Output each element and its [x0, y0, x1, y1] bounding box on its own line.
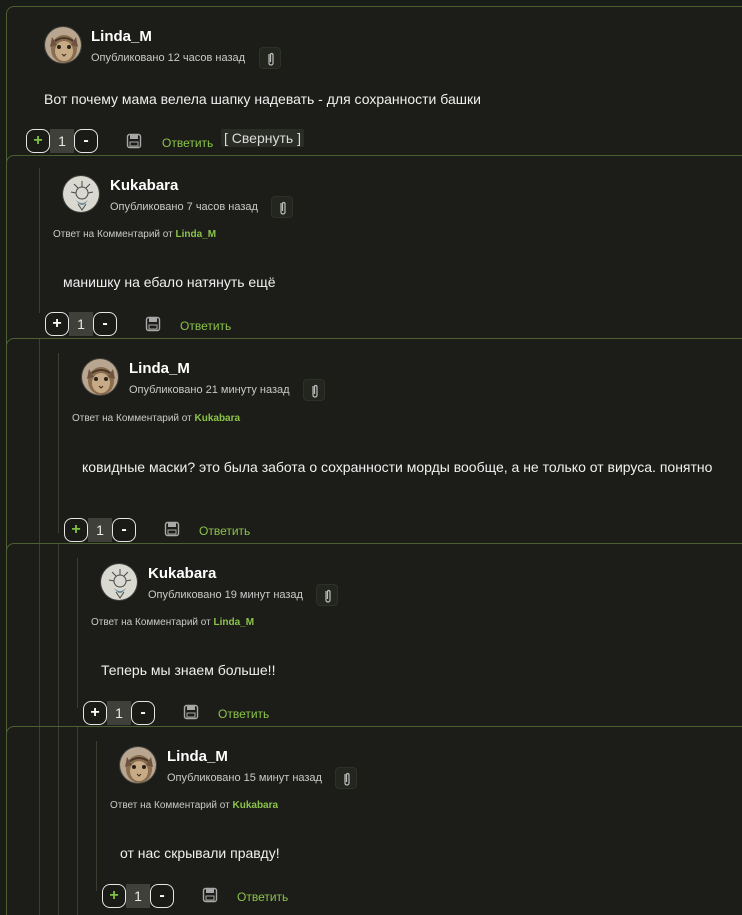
avatar[interactable] — [100, 563, 138, 601]
vote-bar: + 1 - — [26, 129, 98, 153]
paperclip-icon — [312, 384, 318, 398]
collapse-button[interactable]: [ Свернуть ] — [221, 129, 304, 147]
paperclip-icon — [344, 772, 350, 786]
cat-avatar-icon — [120, 747, 156, 783]
upvote-button[interactable]: + — [64, 518, 88, 542]
comment: Linda_M Опубликовано 15 минут назад Отве… — [6, 726, 742, 915]
thread-guide-line — [58, 353, 59, 533]
cat-avatar-icon — [45, 27, 81, 63]
reply-to-prefix: Ответ на Комментарий от — [53, 229, 176, 240]
author-name[interactable]: Kukabara — [110, 177, 178, 194]
downvote-button[interactable]: - — [131, 701, 155, 725]
downvote-button[interactable]: - — [93, 312, 117, 336]
downvote-button[interactable]: - — [150, 884, 174, 908]
vote-bar: + 1 - — [83, 701, 155, 725]
paperclip-icon — [280, 201, 286, 215]
reply-to-line: Ответ на Комментарий от Kukabara — [72, 413, 240, 424]
upvote-button[interactable]: + — [45, 312, 69, 336]
thread-guide-line — [77, 558, 78, 708]
thread-guide-line — [58, 727, 59, 915]
comment-thread: Linda_M Опубликовано 12 часов назад Вот … — [0, 0, 742, 915]
kukabara-avatar-icon — [101, 564, 137, 600]
comment-text: Вот почему мама велела шапку надевать - … — [44, 91, 481, 107]
permalink-button[interactable] — [303, 379, 325, 401]
author-name[interactable]: Kukabara — [148, 565, 216, 582]
thread-guide-line — [39, 727, 40, 915]
comment-text: от нас скрывали правду! — [120, 845, 280, 861]
kukabara-avatar-icon — [63, 176, 99, 212]
reply-button[interactable]: Ответить — [218, 707, 269, 721]
reply-to-prefix: Ответ на Комментарий от — [110, 800, 233, 811]
avatar[interactable] — [44, 26, 82, 64]
reply-to-prefix: Ответ на Комментарий от — [72, 413, 195, 424]
vote-count: 1 — [126, 884, 150, 908]
reply-to-user[interactable]: Kukabara — [232, 800, 278, 811]
permalink-button[interactable] — [259, 47, 281, 69]
thread-guide-line — [39, 168, 40, 313]
comment-text: манишку на ебало натянуть ещё — [63, 274, 276, 290]
reply-to-user[interactable]: Linda_M — [213, 617, 254, 628]
author-name[interactable]: Linda_M — [91, 28, 152, 45]
thread-guide-line — [77, 727, 78, 915]
paperclip-icon — [325, 589, 331, 603]
permalink-button[interactable] — [271, 196, 293, 218]
save-icon[interactable] — [164, 521, 180, 537]
author-name[interactable]: Linda_M — [129, 360, 190, 377]
comment-text: ковидные маски? это была забота о сохран… — [82, 459, 713, 475]
avatar[interactable] — [119, 746, 157, 784]
save-icon[interactable] — [183, 704, 199, 720]
published-time: Опубликовано 7 часов назад — [110, 201, 258, 213]
upvote-button[interactable]: + — [83, 701, 107, 725]
avatar[interactable] — [81, 358, 119, 396]
permalink-button[interactable] — [335, 767, 357, 789]
reply-button[interactable]: Ответить — [237, 890, 288, 904]
reply-to-user[interactable]: Linda_M — [175, 229, 216, 240]
vote-count: 1 — [88, 518, 112, 542]
vote-count: 1 — [50, 129, 74, 153]
save-icon[interactable] — [126, 133, 142, 149]
vote-count: 1 — [107, 701, 131, 725]
paperclip-icon — [268, 52, 274, 66]
vote-count: 1 — [69, 312, 93, 336]
reply-button[interactable]: Ответить — [199, 524, 250, 538]
reply-to-line: Ответ на Комментарий от Kukabara — [110, 800, 278, 811]
upvote-button[interactable]: + — [26, 129, 50, 153]
downvote-button[interactable]: - — [74, 129, 98, 153]
published-time: Опубликовано 21 минуту назад — [129, 384, 290, 396]
reply-button[interactable]: Ответить — [180, 319, 231, 333]
downvote-button[interactable]: - — [112, 518, 136, 542]
reply-to-line: Ответ на Комментарий от Linda_M — [53, 229, 216, 240]
avatar[interactable] — [62, 175, 100, 213]
vote-bar: + 1 - — [45, 312, 117, 336]
vote-bar: + 1 - — [102, 884, 174, 908]
reply-button[interactable]: Ответить — [162, 136, 213, 150]
save-icon[interactable] — [145, 316, 161, 332]
reply-to-user[interactable]: Kukabara — [194, 413, 240, 424]
published-time: Опубликовано 12 часов назад — [91, 52, 246, 64]
reply-to-line: Ответ на Комментарий от Linda_M — [91, 617, 254, 628]
reply-to-prefix: Ответ на Комментарий от — [91, 617, 214, 628]
vote-bar: + 1 - — [64, 518, 136, 542]
author-name[interactable]: Linda_M — [167, 748, 228, 765]
thread-guide-line — [96, 741, 97, 891]
upvote-button[interactable]: + — [102, 884, 126, 908]
published-time: Опубликовано 19 минут назад — [148, 589, 303, 601]
published-time: Опубликовано 15 минут назад — [167, 772, 322, 784]
cat-avatar-icon — [82, 359, 118, 395]
comment-text: Теперь мы знаем больше!! — [101, 662, 276, 678]
permalink-button[interactable] — [316, 584, 338, 606]
save-icon[interactable] — [202, 887, 218, 903]
